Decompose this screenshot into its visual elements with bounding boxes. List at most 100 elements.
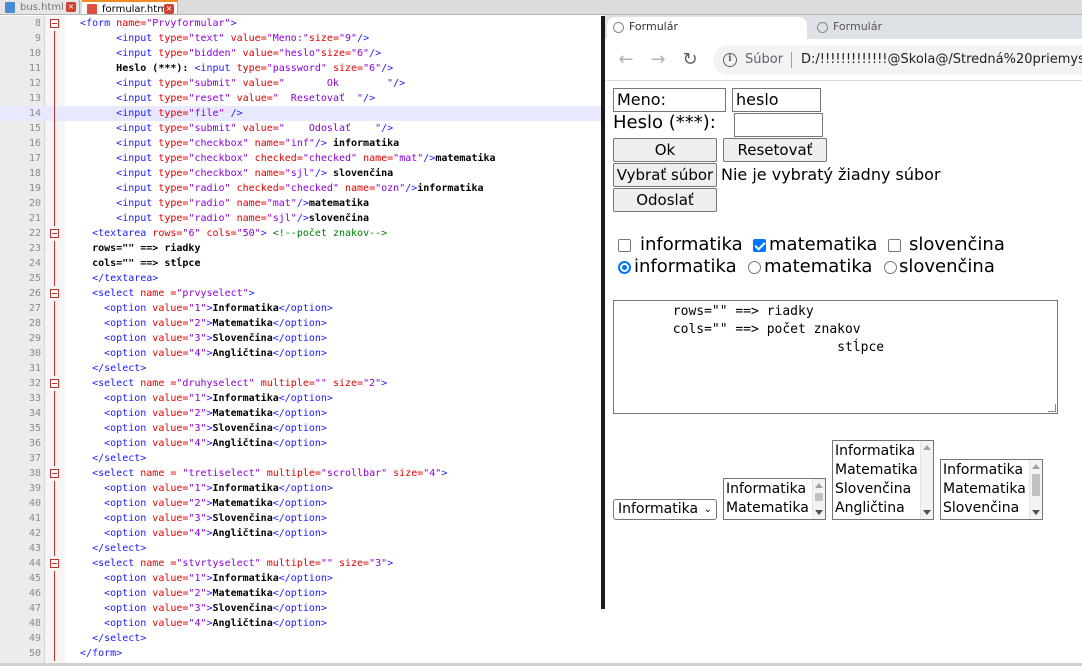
password-input[interactable]	[734, 113, 823, 137]
fold-toggle-icon[interactable]	[50, 229, 59, 238]
close-tab-icon[interactable]: ×	[66, 2, 76, 12]
code-line[interactable]: 8 <form name="Prvyformular">	[0, 16, 602, 31]
address-url[interactable]: D:/!!!!!!!!!!!!!@Skola@/Stredná%20priemy…	[801, 45, 1082, 75]
code-line[interactable]: 21 <input type="radio" name="sjl"/>slove…	[0, 211, 602, 226]
scroll-thumb[interactable]	[1032, 474, 1040, 496]
listbox-option[interactable]: Matematika	[943, 480, 1026, 499]
code-line[interactable]: 39 <option value="1">Informatika</option…	[0, 481, 602, 496]
back-arrow-icon[interactable]: ←	[615, 49, 637, 71]
meno-input[interactable]: Meno:	[613, 88, 726, 112]
close-tab-icon[interactable]: ×	[164, 4, 174, 14]
code-line[interactable]: 18 <input type="checkbox" name="sjl"/> s…	[0, 166, 602, 181]
address-bar[interactable]: i Súbor D:/!!!!!!!!!!!!!@Skola@/Stredná%…	[713, 45, 1082, 75]
code-line[interactable]: 50 </form>	[0, 646, 602, 661]
tretiselect-listbox[interactable]: Informatika Matematika Slovenčina Anglič…	[832, 440, 934, 520]
scroll-up-icon[interactable]	[815, 483, 823, 488]
heslo-input[interactable]: heslo	[732, 88, 821, 112]
forward-arrow-icon[interactable]: →	[647, 49, 669, 71]
code-line[interactable]: 17 <input type="checkbox" checked="check…	[0, 151, 602, 166]
code-line[interactable]: 13 <input type="reset" value=" Resetovať…	[0, 91, 602, 106]
code-line[interactable]: 35 <option value="3">Slovenčina</option>	[0, 421, 602, 436]
resize-grip-icon[interactable]	[1048, 404, 1056, 412]
choose-file-button[interactable]: Vybrať súbor	[613, 163, 717, 187]
checkbox-slovencina[interactable]	[888, 239, 901, 252]
code-line[interactable]: 46 <option value="2">Matematika</option>	[0, 586, 602, 601]
browser-tab[interactable]: Formulár	[811, 17, 1011, 39]
scroll-up-icon[interactable]	[1032, 464, 1040, 469]
reload-icon[interactable]: ↻	[679, 49, 701, 71]
editor-tab-formular[interactable]: formular.html ×	[82, 0, 178, 14]
code-editor[interactable]: 8 <form name="Prvyformular"> 9 <input typ…	[0, 16, 602, 663]
fold-toggle-icon[interactable]	[50, 379, 59, 388]
scrollbar[interactable]	[920, 441, 933, 519]
listbox-option[interactable]: Informatika	[726, 480, 806, 499]
prvyselect-dropdown[interactable]: Informatika ⌄	[613, 499, 717, 520]
code-line[interactable]: 16 <input type="checkbox" name="inf"/> i…	[0, 136, 602, 151]
submit-button[interactable]: Odoslať	[613, 188, 717, 212]
scrollbar[interactable]	[1029, 460, 1042, 519]
code-line[interactable]: 9 <input type="text" value="Meno:"size="…	[0, 31, 602, 46]
code-line[interactable]: 23 rows="" ==> riadky	[0, 241, 602, 256]
checkbox-matematika[interactable]	[753, 239, 766, 252]
listbox-option[interactable]: Informatika	[835, 442, 915, 461]
scroll-down-icon[interactable]	[1032, 510, 1040, 515]
code-line[interactable]: 15 <input type="submit" value=" Odoslať …	[0, 121, 602, 136]
radio-slovencina[interactable]	[884, 261, 897, 274]
code-line[interactable]: 28 <option value="2">Matematika</option>	[0, 316, 602, 331]
fold-toggle-icon[interactable]	[50, 469, 59, 478]
code-line[interactable]: 44 <select name ="stvrtyselect" multiple…	[0, 556, 602, 571]
code-line[interactable]: 42 <option value="4">Angličtina</option>	[0, 526, 602, 541]
code-line[interactable]: 48 <option value="4">Angličtina</option>	[0, 616, 602, 631]
code-line[interactable]: 45 <option value="1">Informatika</option…	[0, 571, 602, 586]
code-line[interactable]: 31 </select>	[0, 361, 602, 376]
scroll-down-icon[interactable]	[923, 510, 931, 515]
browser-tab[interactable]: Formulár	[607, 17, 807, 39]
code-line[interactable]: 41 <option value="3">Slovenčina</option>	[0, 511, 602, 526]
code-line[interactable]: 22 <textarea rows="6" cols="50"> <!--poč…	[0, 226, 602, 241]
code-line[interactable]: 11 Heslo (***): <input type="password" s…	[0, 61, 602, 76]
code-line[interactable]: 20 <input type="radio" name="mat"/>matem…	[0, 196, 602, 211]
stvrtyselect-listbox[interactable]: Informatika Matematika Slovenčina	[940, 459, 1043, 520]
code-line[interactable]: 37 </select>	[0, 451, 602, 466]
reset-button[interactable]: Resetovať	[723, 138, 827, 162]
code-line[interactable]: 29 <option value="3">Slovenčina</option>	[0, 331, 602, 346]
code-line[interactable]: 36 <option value="4">Angličtina</option>	[0, 436, 602, 451]
listbox-option[interactable]: Matematika	[835, 461, 918, 480]
radio-informatika[interactable]	[618, 261, 631, 274]
code-line[interactable]: 26 <select name ="prvyselect">	[0, 286, 602, 301]
druhyselect-listbox[interactable]: Informatika Matematika	[723, 478, 826, 520]
code-line[interactable]: 40 <option value="2">Matematika</option>	[0, 496, 602, 511]
code-line[interactable]: 38 <select name = "tretiselect" multiple…	[0, 466, 602, 481]
listbox-option[interactable]: Informatika	[943, 461, 1023, 480]
code-line[interactable]: 32 <select name ="druhyselect" multiple=…	[0, 376, 602, 391]
code-line[interactable]: 33 <option value="1">Informatika</option…	[0, 391, 602, 406]
code-line[interactable]: 34 <option value="2">Matematika</option>	[0, 406, 602, 421]
code-line[interactable]: 24 cols="" ==> stĺpce	[0, 256, 602, 271]
info-icon[interactable]: i	[723, 53, 737, 67]
editor-tab-bus[interactable]: bus.html ×	[0, 0, 80, 14]
listbox-option[interactable]: Slovenčina	[943, 499, 1019, 518]
code-line[interactable]: 47 <option value="3">Slovenčina</option>	[0, 601, 602, 616]
radio-matematika[interactable]	[748, 261, 761, 274]
listbox-option[interactable]: Matematika	[726, 499, 809, 518]
fold-toggle-icon[interactable]	[50, 289, 59, 298]
code-line[interactable]: 19 <input type="radio" checked="checked"…	[0, 181, 602, 196]
code-line[interactable]: 12 <input type="submit" value=" Ok "/>	[0, 76, 602, 91]
code-line[interactable]: 49 </select>	[0, 631, 602, 646]
code-line[interactable]: 10 <input type="bidden" value="heslo"siz…	[0, 46, 602, 61]
scrollbar[interactable]	[812, 479, 825, 519]
code-line[interactable]: 25 </textarea>	[0, 271, 602, 286]
listbox-option[interactable]: Slovenčina	[835, 480, 911, 499]
fold-toggle-icon[interactable]	[50, 559, 59, 568]
ok-button[interactable]: Ok	[613, 138, 717, 162]
listbox-option[interactable]: Angličtina	[835, 499, 905, 518]
scroll-thumb[interactable]	[815, 493, 823, 501]
fold-toggle-icon[interactable]	[50, 19, 59, 28]
textarea[interactable]: rows="" ==> riadky cols="" ==> počet zna…	[613, 300, 1058, 414]
code-line[interactable]: 30 <option value="4">Angličtina</option>	[0, 346, 602, 361]
code-line[interactable]: 14 <input type="file" />	[0, 106, 602, 121]
code-line[interactable]: 43 </select>	[0, 541, 602, 556]
checkbox-informatika[interactable]	[618, 239, 631, 252]
scroll-up-icon[interactable]	[923, 445, 931, 450]
code-line[interactable]: 27 <option value="1">Informatika</option…	[0, 301, 602, 316]
